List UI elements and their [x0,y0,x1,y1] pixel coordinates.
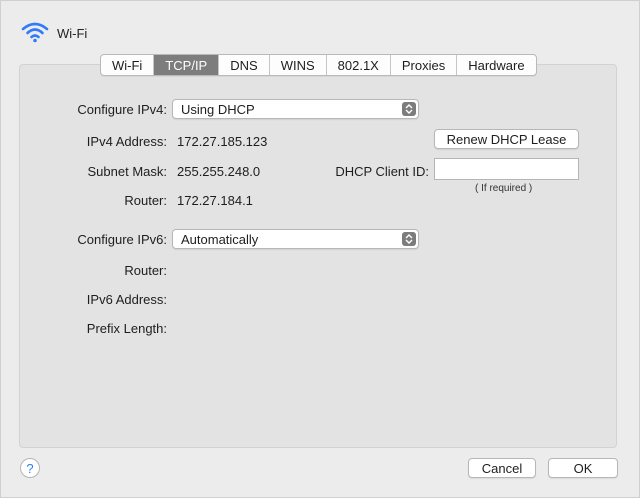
client-id-hint: ( If required ) [475,183,533,194]
tab-wifi[interactable]: Wi-Fi [101,55,155,75]
ok-button[interactable]: OK [548,458,618,478]
tab-proxies[interactable]: Proxies [391,55,458,75]
popup-arrows-icon [402,232,416,246]
tab-dns[interactable]: DNS [219,55,270,75]
network-tcpip-window: Wi-Fi Wi-Fi TCP/IP DNS WINS 802.1X Proxi… [0,0,640,498]
configure-ipv6-value: Automatically [181,232,259,247]
tab-wins[interactable]: WINS [270,55,327,75]
ipv6-address-label: IPv6 Address: [86,292,167,307]
configure-ipv4-label: Configure IPv4: [77,102,167,117]
ipv6-router-label: Router: [124,263,167,278]
tab-bar: Wi-Fi TCP/IP DNS WINS 802.1X Proxies Har… [100,54,537,76]
dhcp-client-id-label: DHCP Client ID: [335,164,429,179]
renew-dhcp-lease-button[interactable]: Renew DHCP Lease [434,129,579,149]
help-button[interactable]: ? [20,458,40,478]
window-title: Wi-Fi [57,25,88,41]
ipv4-router-label: Router: [124,193,167,208]
ipv4-address-label: IPv4 Address: [86,134,167,149]
subnet-mask-label: Subnet Mask: [87,164,168,179]
cancel-button[interactable]: Cancel [468,458,536,478]
ipv4-address-value: 172.27.185.123 [177,134,268,149]
tab-tcpip[interactable]: TCP/IP [154,55,220,75]
ipv4-router-value: 172.27.184.1 [177,193,253,208]
tab-8021x[interactable]: 802.1X [327,55,391,75]
prefix-length-label: Prefix Length: [86,321,167,336]
popup-arrows-icon [402,102,416,116]
wifi-icon [21,21,49,46]
configure-ipv6-popup[interactable]: Automatically [172,229,419,249]
configure-ipv6-label: Configure IPv6: [77,232,167,247]
configure-ipv4-popup[interactable]: Using DHCP [172,99,419,119]
window-header: Wi-Fi [21,21,87,45]
dhcp-client-id-field[interactable] [434,158,579,180]
tcpip-panel [19,64,617,448]
tab-hardware[interactable]: Hardware [457,55,535,75]
configure-ipv4-value: Using DHCP [181,102,255,117]
subnet-mask-value: 255.255.248.0 [177,164,261,179]
